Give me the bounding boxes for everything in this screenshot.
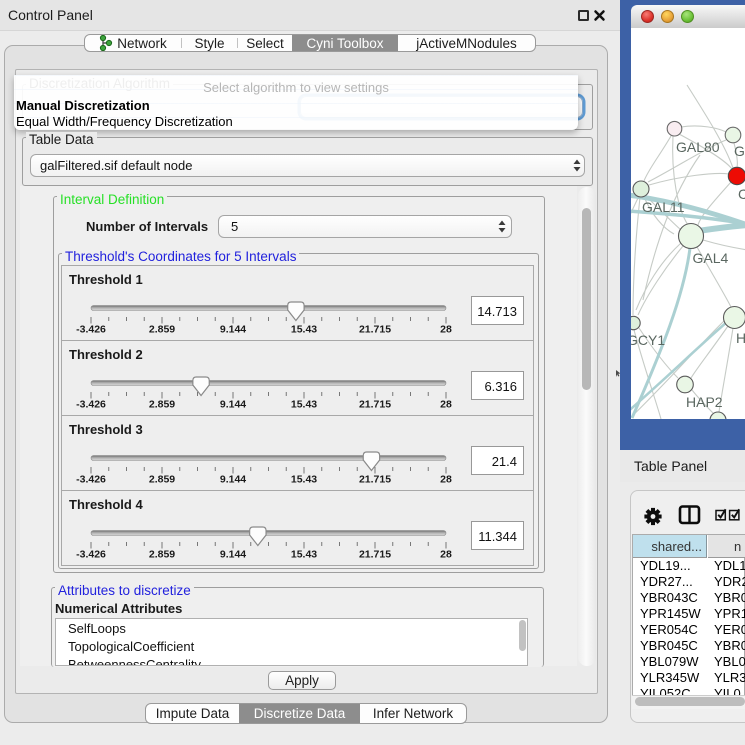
svg-text:9.144: 9.144 — [220, 549, 246, 561]
svg-text:GAL11: GAL11 — [642, 199, 685, 215]
svg-text:2.859: 2.859 — [149, 549, 175, 561]
svg-text:28: 28 — [440, 399, 452, 411]
svg-text:H: H — [736, 330, 745, 346]
svg-text:15.43: 15.43 — [291, 324, 317, 336]
svg-text:GAL4: GAL4 — [693, 250, 729, 266]
svg-text:GA: GA — [734, 143, 745, 159]
svg-text:15.43: 15.43 — [291, 474, 317, 486]
svg-text:-3.426: -3.426 — [76, 399, 106, 411]
svg-text:21.715: 21.715 — [359, 399, 391, 411]
svg-text:9.144: 9.144 — [220, 474, 246, 486]
svg-text:HAP2: HAP2 — [686, 394, 723, 410]
svg-text:15.43: 15.43 — [291, 399, 317, 411]
svg-text:15.43: 15.43 — [291, 549, 317, 561]
svg-text:C: C — [738, 186, 745, 202]
svg-text:GCY1: GCY1 — [631, 332, 665, 348]
svg-text:21.715: 21.715 — [359, 549, 391, 561]
svg-text:9.144: 9.144 — [220, 399, 246, 411]
svg-text:-3.426: -3.426 — [76, 549, 106, 561]
svg-text:-3.426: -3.426 — [76, 474, 106, 486]
svg-text:9.144: 9.144 — [220, 324, 246, 336]
svg-text:28: 28 — [440, 474, 452, 486]
svg-text:28: 28 — [440, 324, 452, 336]
svg-text:-3.426: -3.426 — [76, 324, 106, 336]
svg-text:2.859: 2.859 — [149, 399, 175, 411]
svg-text:2.859: 2.859 — [149, 474, 175, 486]
svg-text:GAL80: GAL80 — [676, 139, 720, 155]
svg-text:21.715: 21.715 — [359, 474, 391, 486]
svg-text:28: 28 — [440, 549, 452, 561]
svg-text:2.859: 2.859 — [149, 324, 175, 336]
svg-text:21.715: 21.715 — [359, 324, 391, 336]
